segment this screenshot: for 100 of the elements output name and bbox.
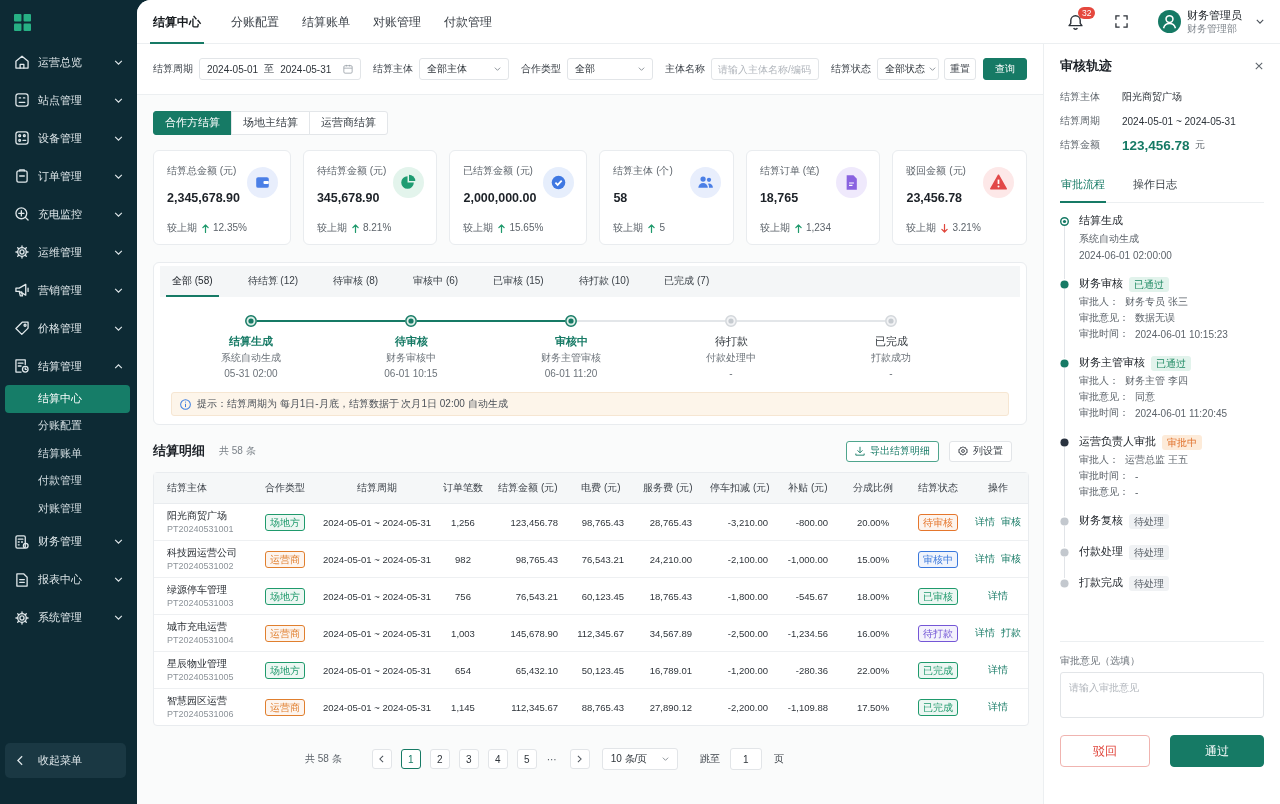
nav-tab[interactable]: 分账配置 (228, 0, 282, 44)
action-link[interactable]: 详情 (972, 515, 998, 529)
caret-icon[interactable] (1256, 19, 1264, 24)
action-link[interactable]: 打款 (998, 626, 1024, 640)
home-icon (15, 55, 29, 69)
status-badge: 已通过 (1129, 276, 1169, 292)
status-tab[interactable]: 待结算 (12) (241, 266, 305, 297)
sidebar-item[interactable]: 订单管理 (0, 157, 137, 195)
export-button[interactable]: 导出结算明细 (846, 440, 939, 462)
collapse-menu-button[interactable]: 收起菜单 (5, 743, 126, 778)
sidebar-item[interactable]: 财务管理 (0, 522, 137, 561)
step-description: 系统自动生成 (221, 351, 281, 365)
status-tab[interactable]: 待审核 (8) (327, 266, 385, 297)
sidebar-item[interactable]: 充电监控 (0, 195, 137, 233)
change-value: 1,234 (805, 222, 831, 234)
sidebar-item[interactable]: 价格管理 (0, 309, 137, 347)
warning-icon (983, 167, 1014, 198)
action-link[interactable]: 详情 (985, 700, 1011, 714)
chevron-right-icon (577, 755, 583, 763)
table-cell: 16.00% (838, 615, 908, 652)
detail-value: 数据无误 (1135, 311, 1175, 325)
submenu-item[interactable]: 结算中心 (5, 385, 130, 413)
logo-icon (14, 14, 31, 31)
sidebar-item[interactable]: 结算管理 (0, 347, 137, 385)
submenu-item[interactable]: 分账配置 (5, 412, 130, 440)
action-link[interactable]: 详情 (985, 663, 1011, 677)
nav-tab[interactable]: 付款管理 (441, 0, 495, 44)
page-button[interactable]: 3 (458, 749, 479, 769)
submit-button[interactable]: 查询 (983, 58, 1027, 80)
page-button[interactable]: 5 (516, 749, 537, 769)
fullscreen-icon[interactable] (1115, 15, 1128, 28)
action-link[interactable]: 审核 (998, 515, 1024, 529)
megaphone-icon (15, 283, 29, 297)
status-tag: 已完成 (918, 698, 958, 716)
select-field[interactable]: 全部主体 (419, 58, 509, 80)
sidebar-item[interactable]: 报表中心 (0, 560, 137, 599)
document-icon (836, 167, 868, 198)
nav-tab[interactable]: 对账管理 (370, 0, 424, 44)
sidebar-item[interactable]: 运营总览 (0, 43, 137, 81)
timeline-title: 财务审核 (1079, 277, 1123, 291)
entity-name: 城市充电运营 (167, 620, 228, 634)
action-link[interactable]: 详情 (972, 626, 998, 640)
amount-value: 123,456.78 (1122, 137, 1190, 153)
detail-label: 审批时间： (1079, 469, 1129, 483)
detail-value: 2024-06-01 11:20:45 (1135, 407, 1228, 419)
reset-button[interactable]: 重置 (944, 58, 976, 80)
panel-tab[interactable]: 操作日志 (1132, 166, 1178, 203)
table-cell: -1,800.00 (702, 578, 778, 615)
status-tab[interactable]: 审核中 (6) (407, 266, 465, 297)
segment-tab[interactable]: 合作方结算 (153, 111, 232, 135)
info-value: 2024-05-01 ~ 2024-05-31 (1122, 115, 1236, 127)
page-button[interactable]: 2 (429, 749, 450, 769)
submenu-item[interactable]: 付款管理 (5, 467, 130, 495)
status-tab[interactable]: 已完成 (7) (658, 266, 716, 297)
column-header: 服务费 (元) (634, 473, 702, 504)
sidebar-item[interactable]: 系统管理 (0, 598, 137, 637)
page-input[interactable]: 1 (729, 748, 762, 770)
segment-tab[interactable]: 运营商结算 (309, 111, 388, 135)
bell-icon[interactable] (1068, 13, 1083, 30)
sidebar-item[interactable]: 设备管理 (0, 119, 137, 157)
select-field[interactable]: 全部状态 (877, 58, 939, 80)
select-field[interactable]: 全部 (567, 58, 653, 80)
close-icon[interactable] (1255, 62, 1263, 70)
detail-label: 审批时间： (1079, 327, 1129, 341)
submenu-item[interactable]: 结算账单 (5, 440, 130, 468)
approve-button[interactable]: 通过 (1170, 735, 1264, 767)
reject-button[interactable]: 驳回 (1060, 735, 1150, 767)
panel-tab[interactable]: 审批流程 (1060, 166, 1106, 203)
status-tab[interactable]: 已审核 (15) (487, 266, 550, 297)
step-description: 打款成功 (871, 351, 911, 365)
sidebar-item[interactable]: 站点管理 (0, 81, 137, 119)
detail-label: 审批时间： (1079, 406, 1129, 420)
date-range-field[interactable]: 2024-05-01 至 2024-05-31 (199, 58, 361, 80)
submenu-item[interactable]: 对账管理 (5, 495, 130, 523)
page-size-select[interactable]: 10 条/页 (601, 748, 678, 770)
page-button[interactable]: 4 (487, 749, 508, 769)
filter-label: 结算状态 (831, 62, 871, 76)
step-title: 待审核 (394, 334, 428, 349)
detail-label: 审批人： (1079, 374, 1119, 388)
avatar-icon[interactable] (1158, 10, 1181, 33)
gear-icon (15, 610, 29, 625)
page-button[interactable]: 1 (400, 749, 421, 769)
nav-tab[interactable]: 结算账单 (299, 0, 353, 44)
segment-tab[interactable]: 场地主结算 (231, 111, 310, 135)
sidebar-item[interactable]: 运维管理 (0, 233, 137, 271)
column-settings-button[interactable]: 列设置 (949, 440, 1012, 462)
sidebar-item[interactable]: 营销管理 (0, 271, 137, 309)
change-value: 8.21% (362, 222, 392, 234)
search-field[interactable]: 请输入主体名称/编码 (711, 58, 819, 80)
action-link[interactable]: 详情 (972, 552, 998, 566)
action-link[interactable]: 审核 (998, 552, 1024, 566)
type-tag: 运营商 (265, 550, 305, 568)
entity-name: 阳光商贸广场 (167, 509, 228, 523)
action-link[interactable]: 详情 (985, 589, 1011, 603)
status-tab[interactable]: 待打款 (10) (572, 266, 636, 297)
kpi-title: 结算主体 (个) (613, 164, 673, 178)
comment-field[interactable]: 请输入审批意见 (1060, 672, 1264, 718)
status-tab[interactable]: 全部 (58) (166, 266, 219, 297)
detail-value: 运营总监 王五 (1125, 453, 1188, 467)
table-cell: 16,789.01 (634, 652, 702, 689)
